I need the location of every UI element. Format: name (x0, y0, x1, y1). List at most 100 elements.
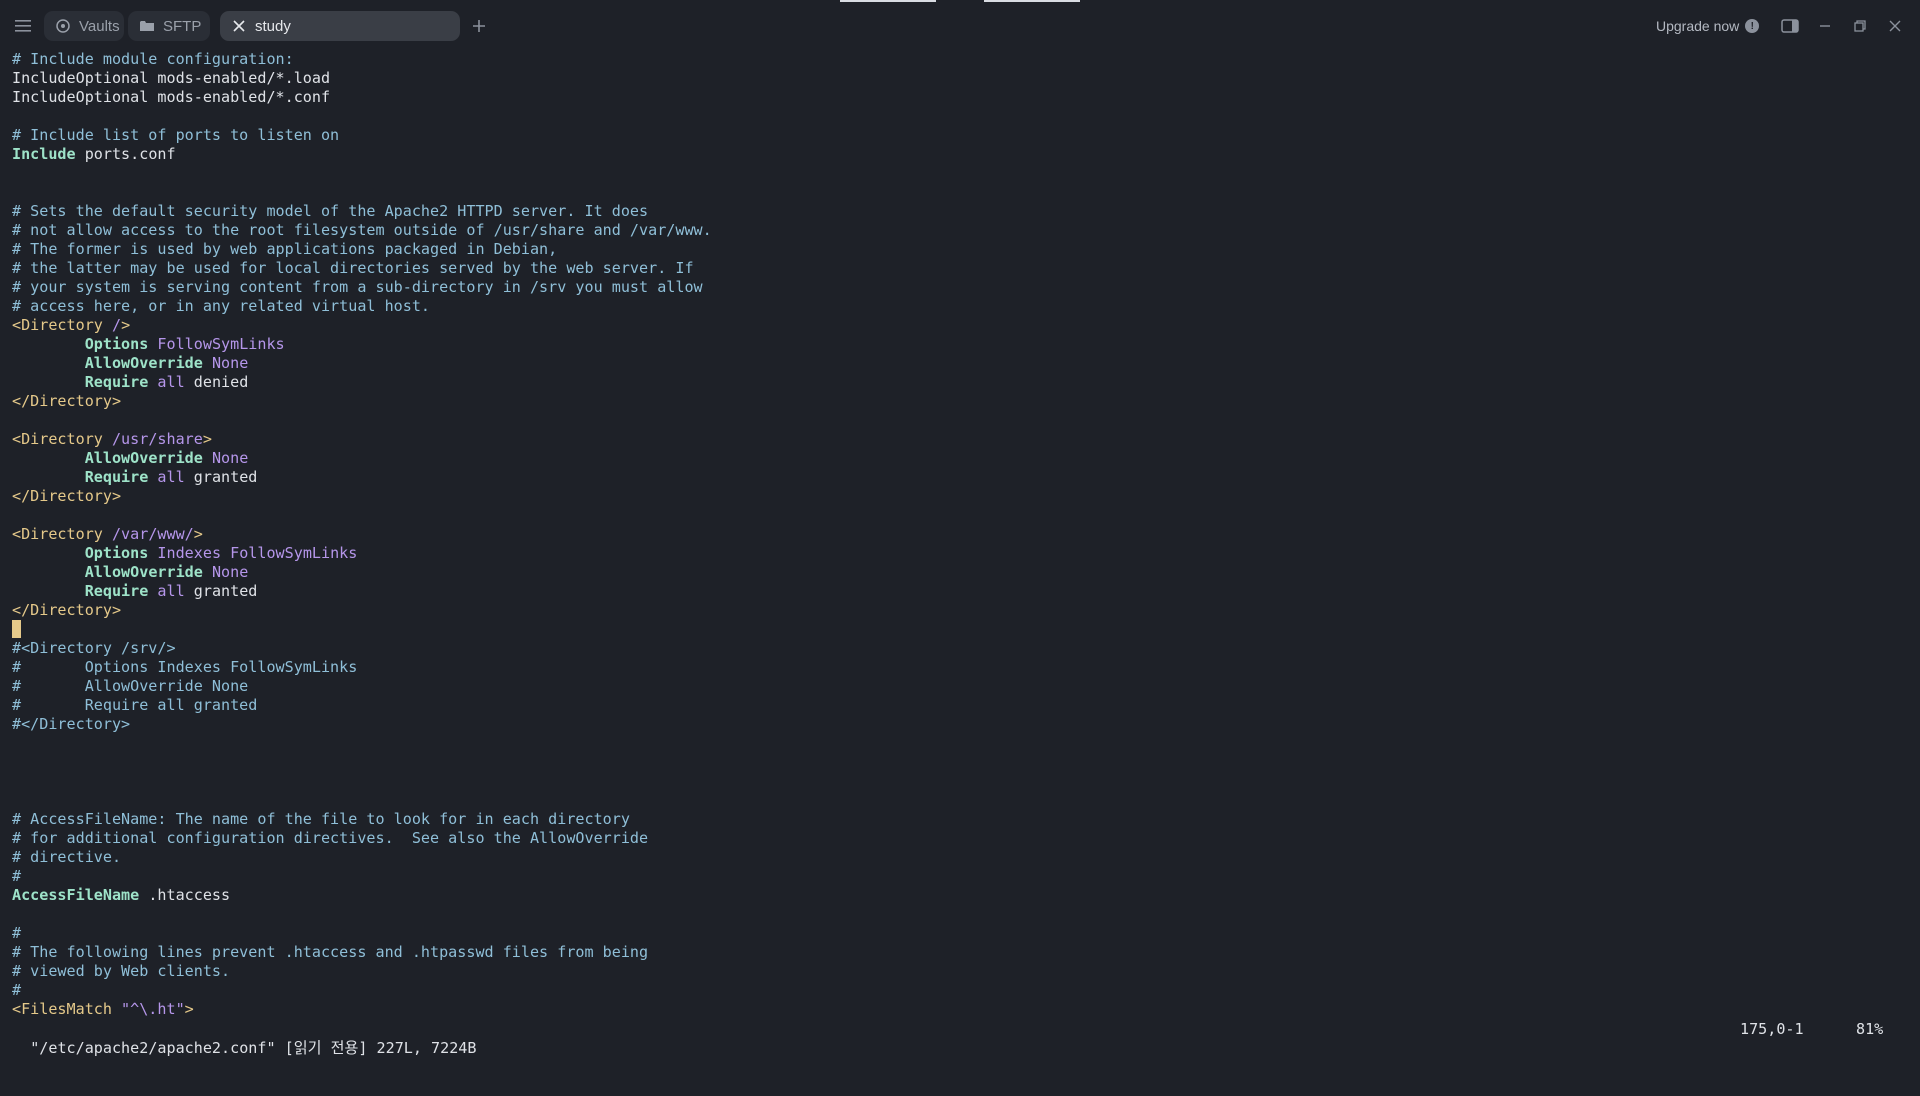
code-line: </Directory> (12, 487, 1912, 506)
code-line: Options Indexes FollowSymLinks (12, 544, 1912, 563)
code-line: <Directory /var/www/> (12, 525, 1912, 544)
code-token: <Directory (12, 525, 112, 543)
code-line: # (12, 981, 1912, 1000)
code-token: all (157, 582, 185, 600)
code-token: .htaccess (139, 886, 231, 904)
code-token: # (12, 981, 22, 999)
code-token: Options (84, 335, 149, 353)
code-token: Require (84, 373, 149, 391)
code-token: Indexes FollowSymLinks (157, 544, 358, 562)
code-token: # (12, 867, 22, 885)
code-line (12, 620, 1912, 639)
code-line: AllowOverride None (12, 449, 1912, 468)
code-line: #</Directory> (12, 715, 1912, 734)
code-token: # Options Indexes FollowSymLinks (12, 658, 358, 676)
progress-strip-right (984, 0, 1080, 2)
code-token: all (157, 468, 185, 486)
window-close-icon[interactable] (1884, 15, 1906, 37)
code-token: granted (184, 468, 258, 486)
code-token: granted (184, 582, 258, 600)
code-token: > (202, 430, 212, 448)
terminal-editor[interactable]: # Include module configuration: IncludeOp… (12, 50, 1912, 1019)
code-line: Include ports.conf (12, 145, 1912, 164)
code-token: </Directory> (12, 392, 122, 410)
code-token: all (157, 373, 185, 391)
code-line: <FilesMatch "^\.ht"> (12, 1000, 1912, 1019)
code-line: # Include module configuration: (12, 50, 1912, 69)
code-token: > (184, 1000, 194, 1018)
code-token: denied (184, 373, 249, 391)
folder-icon (140, 19, 154, 33)
code-token: # viewed by Web clients. (12, 962, 231, 980)
code-token: ports.conf (75, 145, 176, 163)
code-line: IncludeOptional mods-enabled/*.conf (12, 88, 1912, 107)
code-token: #</Directory> (12, 715, 131, 733)
restore-icon[interactable] (1849, 15, 1871, 37)
tab-sftp[interactable]: SFTP (128, 11, 210, 41)
code-token: > (193, 525, 203, 543)
code-line: # (12, 867, 1912, 886)
code-line: IncludeOptional mods-enabled/*.load (12, 69, 1912, 88)
code-token: None (211, 563, 249, 581)
vim-status-line: "/etc/apache2/apache2.conf" [읽기 전용] 227L… (12, 1020, 1892, 1057)
upgrade-button[interactable]: Upgrade now ! (1656, 15, 1760, 37)
code-token: AllowOverride (84, 563, 203, 581)
sidebar-toggle-icon[interactable] (1779, 15, 1801, 37)
code-token: IncludeOptional mods-enabled/*.conf (12, 88, 331, 106)
code-token: </Directory> (12, 487, 122, 505)
menu-icon[interactable] (12, 15, 34, 37)
code-token: # AccessFileName: The name of the file t… (12, 810, 630, 828)
tab-vaults[interactable]: Vaults (44, 11, 124, 41)
code-token: <FilesMatch (12, 1000, 122, 1018)
code-line: Options FollowSymLinks (12, 335, 1912, 354)
code-line: </Directory> (12, 392, 1912, 411)
code-token: # access here, or in any related virtual… (12, 297, 431, 315)
code-line: # The following lines prevent .htaccess … (12, 943, 1912, 962)
code-token: # Include list of ports to listen on (12, 126, 340, 144)
progress-strip-left (840, 0, 936, 2)
code-line: # Require all granted (12, 696, 1912, 715)
code-token: # The former is used by web applications… (12, 240, 558, 258)
tab-label: study (255, 17, 291, 35)
code-line: # Include list of ports to listen on (12, 126, 1912, 145)
code-line: # access here, or in any related virtual… (12, 297, 1912, 316)
code-line: # viewed by Web clients. (12, 962, 1912, 981)
code-token: # the latter may be used for local direc… (12, 259, 694, 277)
code-token: # The following lines prevent .htaccess … (12, 943, 649, 961)
code-line: # Sets the default security model of the… (12, 202, 1912, 221)
code-line: # AllowOverride None (12, 677, 1912, 696)
code-line: Require all denied (12, 373, 1912, 392)
code-line: # The former is used by web applications… (12, 240, 1912, 259)
close-icon[interactable] (232, 19, 246, 33)
code-token: # AllowOverride None (12, 677, 249, 695)
title-bar: Vaults SFTP study Upgrade now ! (0, 0, 1920, 52)
new-tab-icon[interactable] (468, 15, 490, 37)
code-token: /var/www/ (111, 525, 194, 543)
code-line: AccessFileName .htaccess (12, 886, 1912, 905)
code-token: # not allow access to the root filesyste… (12, 221, 712, 239)
code-token: AccessFileName (12, 886, 140, 904)
code-token: None (211, 354, 249, 372)
code-token: Options (84, 544, 149, 562)
text-cursor (12, 620, 21, 638)
tab-study[interactable]: study (220, 11, 460, 41)
code-line: # your system is serving content from a … (12, 278, 1912, 297)
code-token: #<Directory /srv/> (12, 639, 176, 657)
minimize-icon[interactable] (1814, 15, 1836, 37)
code-token: FollowSymLinks (157, 335, 285, 353)
